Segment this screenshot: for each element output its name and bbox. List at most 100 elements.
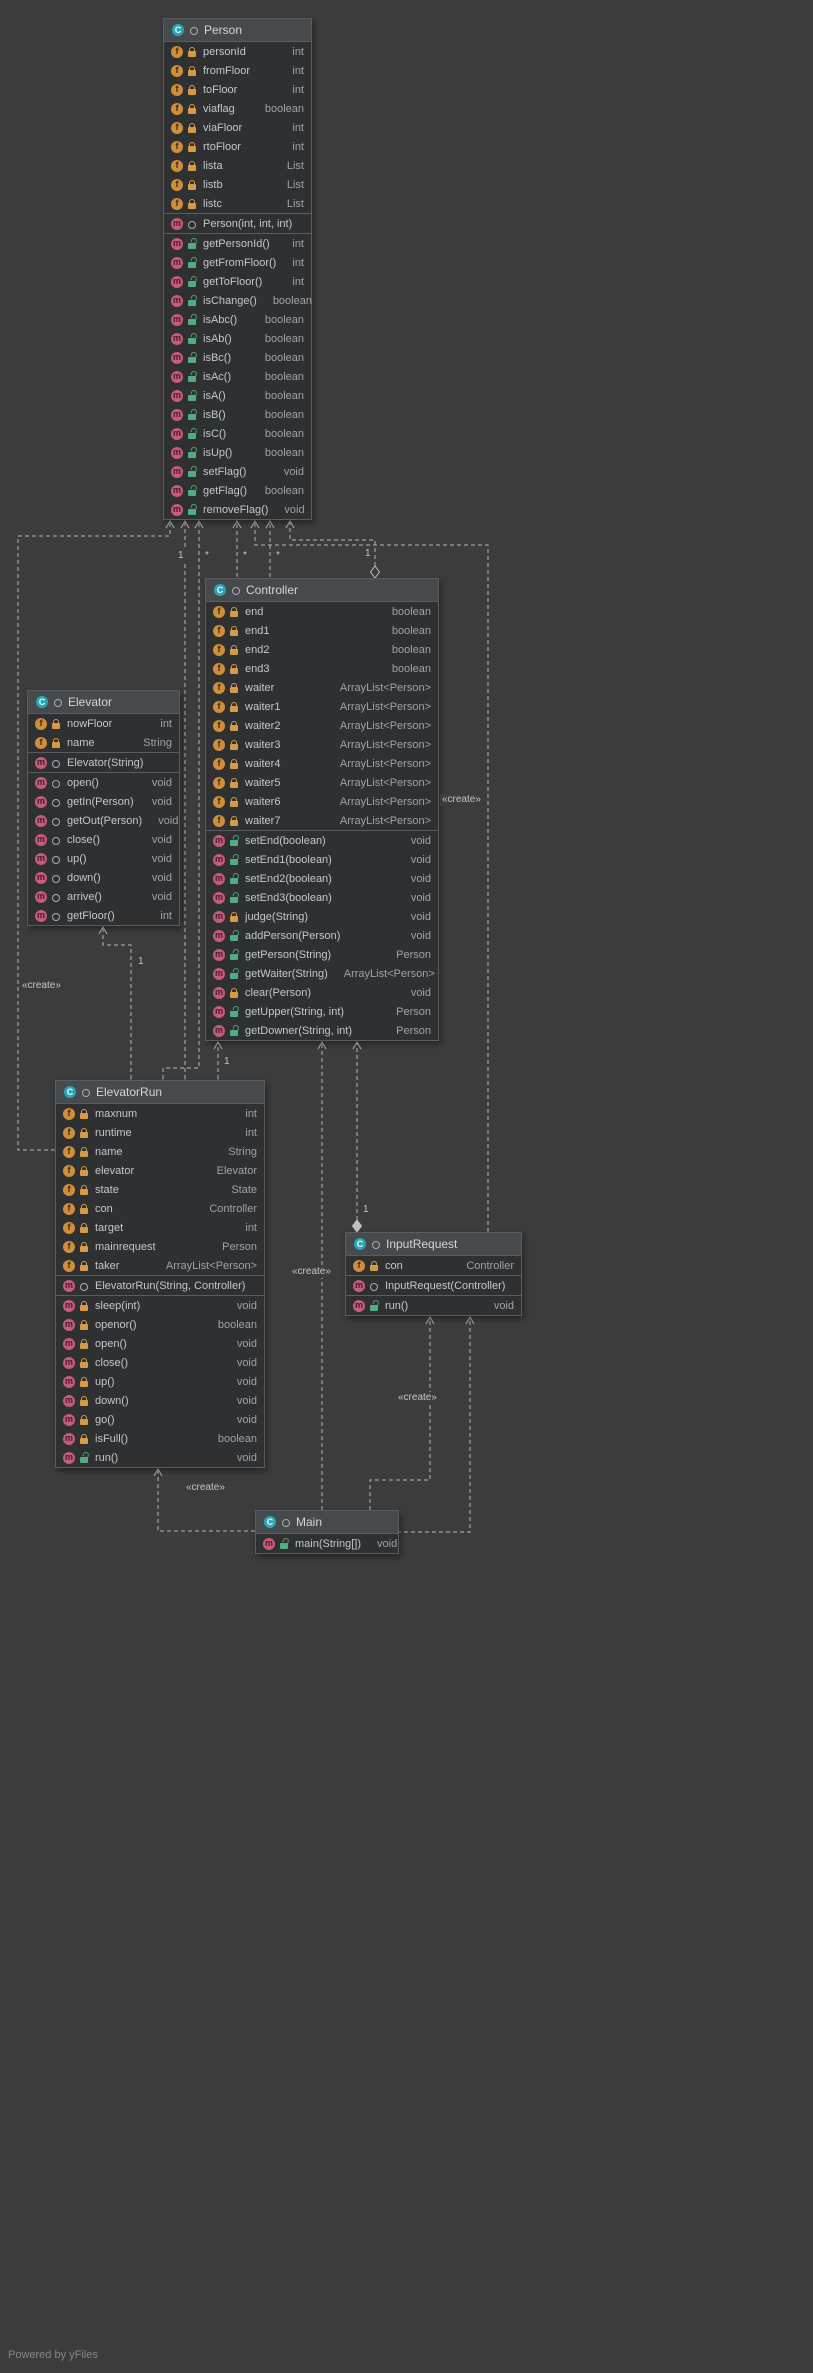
class-node-elevatorrun[interactable]: ElevatorRun maxnum int runtime int name String…: [55, 1080, 265, 1468]
member-row[interactable]: InputRequest(Controller): [346, 1276, 521, 1295]
member-row[interactable]: setEnd1(boolean) void: [206, 850, 438, 869]
class-header[interactable]: Elevator: [28, 691, 179, 714]
member-name: close(): [67, 833, 101, 846]
member-row[interactable]: waiter6 ArrayList<Person>: [206, 792, 438, 811]
member-row[interactable]: setEnd2(boolean) void: [206, 869, 438, 888]
member-row[interactable]: personId int: [164, 42, 311, 61]
member-row[interactable]: isFull() boolean: [56, 1429, 264, 1448]
member-row[interactable]: viaflag boolean: [164, 99, 311, 118]
member-row[interactable]: getWaiter(String) ArrayList<Person>: [206, 964, 438, 983]
member-row[interactable]: mainrequest Person: [56, 1237, 264, 1256]
member-row[interactable]: isAbc() boolean: [164, 310, 311, 329]
member-row[interactable]: waiter5 ArrayList<Person>: [206, 773, 438, 792]
class-header[interactable]: InputRequest: [346, 1233, 521, 1256]
member-row[interactable]: end2 boolean: [206, 640, 438, 659]
class-node-elevator[interactable]: Elevator nowFloor int name String Elevator(St…: [27, 690, 180, 926]
class-node-main[interactable]: Main main(String[]) void: [255, 1510, 399, 1554]
member-row[interactable]: getDowner(String, int) Person: [206, 1021, 438, 1040]
class-node-inputrequest[interactable]: InputRequest con Controller InputRequest(Co…: [345, 1232, 522, 1316]
member-row[interactable]: elevator Elevator: [56, 1161, 264, 1180]
member-row[interactable]: nowFloor int: [28, 714, 179, 733]
member-row[interactable]: getFloor() int: [28, 906, 179, 925]
class-node-person[interactable]: PersonpersonIdintfromFloorinttoFloorintv…: [163, 18, 312, 520]
member-row[interactable]: run() void: [56, 1448, 264, 1467]
member-row[interactable]: listb List: [164, 175, 311, 194]
relationship-edge[interactable]: [157, 1469, 255, 1532]
member-row[interactable]: end3 boolean: [206, 659, 438, 678]
member-row[interactable]: judge(String) void: [206, 907, 438, 926]
member-row[interactable]: waiter4 ArrayList<Person>: [206, 754, 438, 773]
member-row[interactable]: waiter2 ArrayList<Person>: [206, 716, 438, 735]
member-row[interactable]: getPersonId() int: [164, 234, 311, 253]
member-row[interactable]: maxnum int: [56, 1104, 264, 1123]
member-row[interactable]: up() void: [56, 1372, 264, 1391]
member-row[interactable]: open() void: [28, 773, 179, 792]
member-row[interactable]: getFlag() boolean: [164, 481, 311, 500]
member-row[interactable]: isC() boolean: [164, 424, 311, 443]
member-row[interactable]: target int: [56, 1218, 264, 1237]
member-row[interactable]: main(String[]) void: [256, 1534, 398, 1553]
member-row[interactable]: toFloor int: [164, 80, 311, 99]
member-row[interactable]: con Controller: [56, 1199, 264, 1218]
class-header[interactable]: ElevatorRun: [56, 1081, 264, 1104]
member-row[interactable]: Elevator(String): [28, 753, 179, 772]
member-row[interactable]: ElevatorRun(String, Controller): [56, 1276, 264, 1295]
member-row[interactable]: getOut(Person) void: [28, 811, 179, 830]
member-row[interactable]: setEnd(boolean) void: [206, 831, 438, 850]
member-row[interactable]: setEnd3(boolean) void: [206, 888, 438, 907]
member-row[interactable]: getToFloor() int: [164, 272, 311, 291]
member-row[interactable]: isAb() boolean: [164, 329, 311, 348]
member-row[interactable]: end1 boolean: [206, 621, 438, 640]
class-header[interactable]: Main: [256, 1511, 398, 1534]
member-row[interactable]: isAc() boolean: [164, 367, 311, 386]
member-row[interactable]: waiter1 ArrayList<Person>: [206, 697, 438, 716]
member-row[interactable]: fromFloor int: [164, 61, 311, 80]
member-row[interactable]: arrive() void: [28, 887, 179, 906]
member-row[interactable]: con Controller: [346, 1256, 521, 1275]
relationship-edge[interactable]: [369, 1317, 431, 1510]
member-row[interactable]: lista List: [164, 156, 311, 175]
member-row[interactable]: close() void: [56, 1353, 264, 1372]
member-row[interactable]: getFromFloor() int: [164, 253, 311, 272]
member-row[interactable]: run() void: [346, 1296, 521, 1315]
member-row[interactable]: waiter3 ArrayList<Person>: [206, 735, 438, 754]
member-row[interactable]: addPerson(Person) void: [206, 926, 438, 945]
diagram-canvas[interactable]: Powered by yFiles PersonpersonIdintfromF…: [0, 0, 813, 2373]
member-row[interactable]: waiter ArrayList<Person>: [206, 678, 438, 697]
relationship-edge[interactable]: [397, 1317, 471, 1533]
class-header[interactable]: Person: [164, 19, 311, 42]
member-row[interactable]: listc List: [164, 194, 311, 213]
member-row[interactable]: down() void: [28, 868, 179, 887]
member-row[interactable]: state State: [56, 1180, 264, 1199]
member-row[interactable]: isChange() boolean: [164, 291, 312, 310]
member-row[interactable]: clear(Person) void: [206, 983, 438, 1002]
member-row[interactable]: open() void: [56, 1334, 264, 1353]
member-row[interactable]: removeFlag() void: [164, 500, 311, 519]
member-row[interactable]: setFlag() void: [164, 462, 311, 481]
member-row[interactable]: isBc() boolean: [164, 348, 311, 367]
member-row[interactable]: down() void: [56, 1391, 264, 1410]
member-row[interactable]: isUp() boolean: [164, 443, 311, 462]
class-node-controller[interactable]: Controller end boolean end1 boolean end2 boole…: [205, 578, 439, 1041]
member-row[interactable]: end boolean: [206, 602, 438, 621]
member-row[interactable]: openor() boolean: [56, 1315, 264, 1334]
member-row[interactable]: getPerson(String) Person: [206, 945, 438, 964]
member-row[interactable]: name String: [56, 1142, 264, 1161]
member-row[interactable]: go() void: [56, 1410, 264, 1429]
member-row[interactable]: rtoFloor int: [164, 137, 311, 156]
member-row[interactable]: runtime int: [56, 1123, 264, 1142]
member-row[interactable]: Person(int, int, int): [164, 214, 311, 233]
relationship-edge[interactable]: [102, 927, 132, 1079]
member-row[interactable]: close() void: [28, 830, 179, 849]
member-row[interactable]: waiter7 ArrayList<Person>: [206, 811, 438, 830]
member-row[interactable]: getIn(Person) void: [28, 792, 179, 811]
member-row[interactable]: taker ArrayList<Person>: [56, 1256, 264, 1275]
member-row[interactable]: isA() boolean: [164, 386, 311, 405]
member-row[interactable]: up() void: [28, 849, 179, 868]
member-row[interactable]: sleep(int) void: [56, 1296, 264, 1315]
member-row[interactable]: getUpper(String, int) Person: [206, 1002, 438, 1021]
member-row[interactable]: isB() boolean: [164, 405, 311, 424]
class-header[interactable]: Controller: [206, 579, 438, 602]
member-row[interactable]: viaFloor int: [164, 118, 311, 137]
member-row[interactable]: name String: [28, 733, 179, 752]
